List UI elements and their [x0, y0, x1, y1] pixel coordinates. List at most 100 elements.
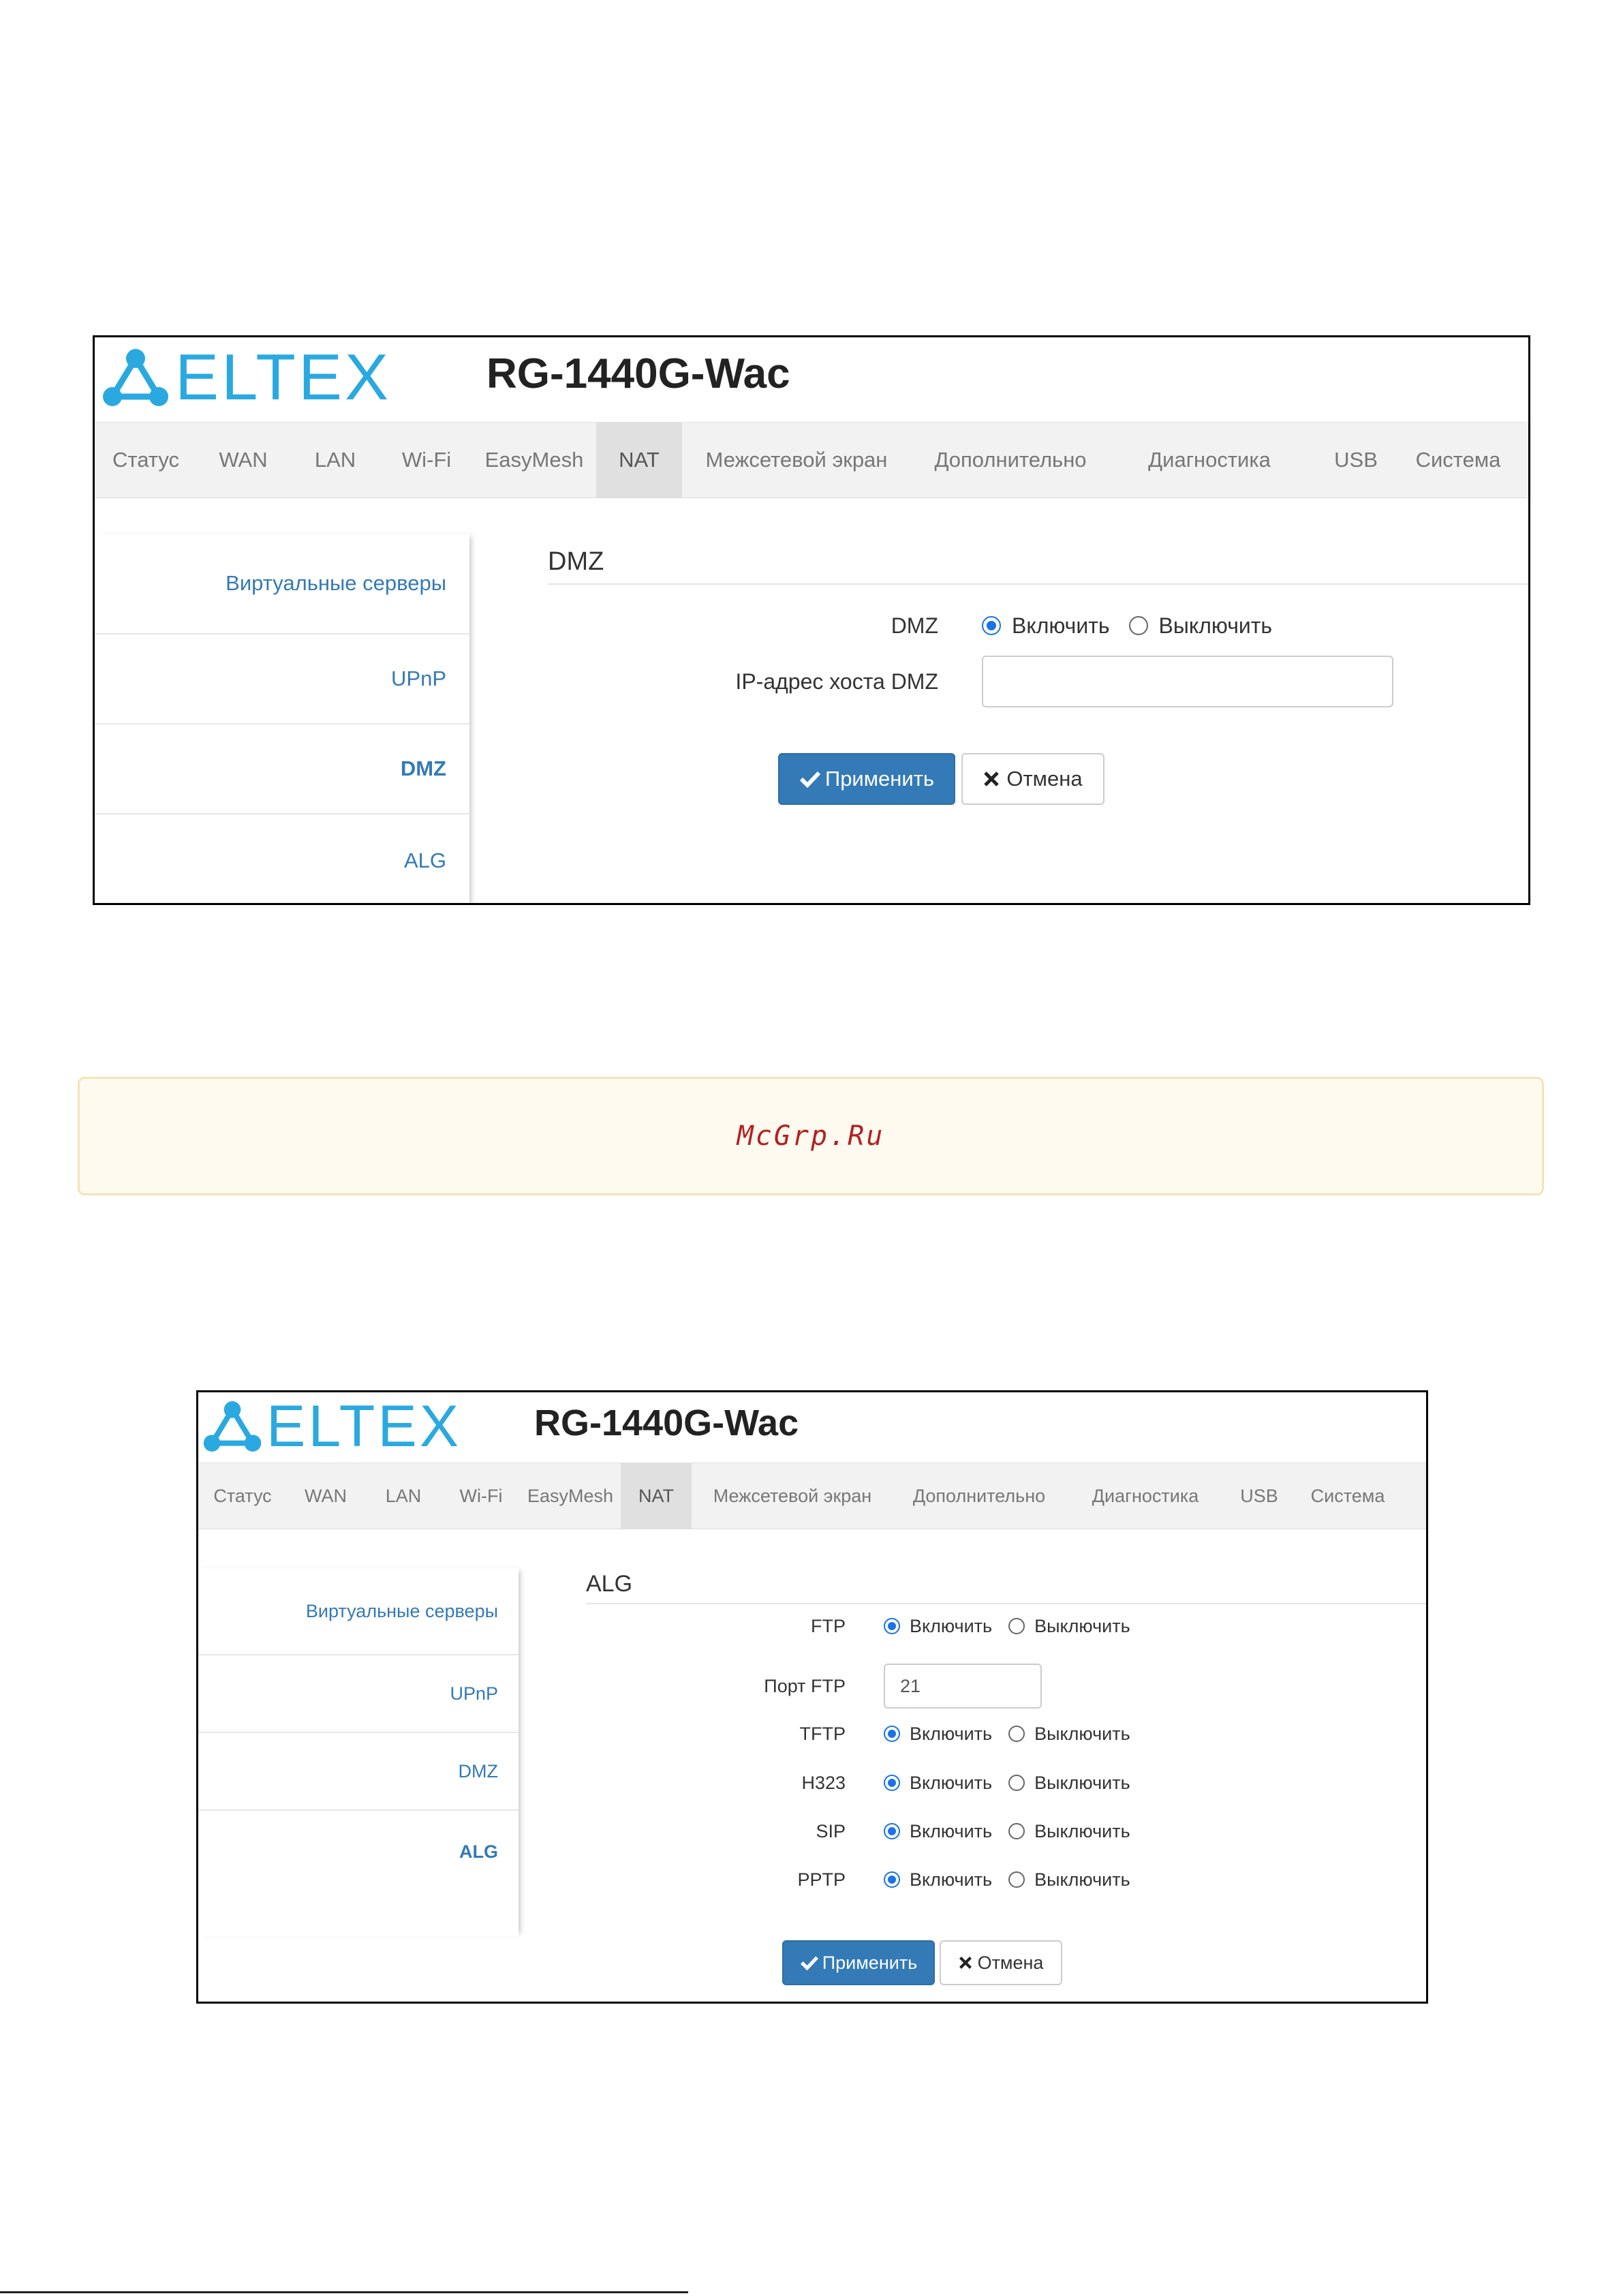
- ftp-port-label: Порт FTP: [764, 1675, 846, 1696]
- sidebar-item-dmz[interactable]: DMZ: [198, 1733, 519, 1811]
- cancel-button[interactable]: Отмена: [940, 1940, 1062, 1985]
- nav-tab-usb[interactable]: USB: [1309, 423, 1403, 498]
- main-nav: Статус WAN LAN Wi-Fi EasyMesh NAT Межсетевой э…: [95, 422, 1528, 498]
- logo: ELTEX: [202, 1396, 461, 1456]
- sidebar-item-dmz[interactable]: DMZ: [95, 724, 469, 814]
- nav-tab-easymesh[interactable]: EasyMesh: [520, 1463, 621, 1529]
- dmz-disable-radio[interactable]: [1128, 616, 1148, 635]
- dmz-row: DMZ Включить Выключить: [544, 609, 1272, 643]
- h323-disable-label[interactable]: Выключить: [1034, 1773, 1130, 1794]
- nav-tab-lan[interactable]: LAN: [290, 423, 381, 498]
- sidebar: Виртуальные серверы UPnP DMZ ALG: [95, 534, 469, 903]
- check-icon: [799, 771, 821, 789]
- page-title: DMZ: [548, 547, 1528, 585]
- nav-tab-easymesh[interactable]: EasyMesh: [472, 423, 596, 498]
- ftp-disable-radio[interactable]: [1008, 1618, 1025, 1634]
- apply-button-label: Применить: [822, 1952, 918, 1973]
- apply-button[interactable]: Применить: [778, 753, 955, 805]
- pptp-enable-label[interactable]: Включить: [910, 1869, 992, 1891]
- tftp-label: TFTP: [799, 1723, 846, 1744]
- sip-enable-label[interactable]: Включить: [910, 1821, 992, 1842]
- h323-disable-radio[interactable]: [1008, 1775, 1025, 1791]
- apply-button[interactable]: Применить: [782, 1940, 935, 1985]
- dmz-host-row: IP-адрес хоста DMZ: [544, 654, 1393, 709]
- page-footer-rule: [0, 2291, 688, 2293]
- ftp-port-row: Порт FTP 21: [580, 1663, 1042, 1709]
- sidebar-item-virtual-servers[interactable]: Виртуальные серверы: [198, 1568, 519, 1655]
- ftp-enable-label[interactable]: Включить: [910, 1616, 992, 1637]
- pptp-enable-radio[interactable]: [884, 1871, 900, 1888]
- main-nav: Статус WAN LAN Wi-Fi EasyMesh NAT Межсетевой э…: [198, 1463, 1426, 1529]
- ftp-row: FTP Включить Выключить: [580, 1610, 1130, 1642]
- cancel-button-label: Отмена: [977, 1952, 1044, 1973]
- dmz-enable-label[interactable]: Включить: [1012, 613, 1110, 639]
- logo-text: ELTEX: [266, 1394, 462, 1459]
- ftp-enable-radio[interactable]: [884, 1618, 900, 1634]
- ftp-label: FTP: [811, 1615, 846, 1636]
- cancel-button[interactable]: Отмена: [961, 753, 1104, 805]
- nav-tab-usb[interactable]: USB: [1226, 1463, 1293, 1529]
- nav-tab-lan[interactable]: LAN: [365, 1463, 442, 1529]
- nav-tab-межсетевой-экран[interactable]: Межсетевой экран: [682, 423, 911, 498]
- nav-tab-nat[interactable]: NAT: [596, 423, 682, 498]
- dmz-enable-radio[interactable]: [982, 616, 1001, 635]
- page-title: ALG: [586, 1571, 1426, 1604]
- sidebar-item-virtual-servers[interactable]: Виртуальные серверы: [95, 534, 469, 634]
- h323-enable-label[interactable]: Включить: [910, 1773, 992, 1794]
- tftp-enable-radio[interactable]: [884, 1726, 900, 1742]
- h323-enable-radio[interactable]: [884, 1775, 900, 1791]
- dmz-host-label: IP-адрес хоста DMZ: [735, 669, 938, 694]
- nav-tab-система[interactable]: Система: [1403, 423, 1513, 498]
- nav-tab-система[interactable]: Система: [1293, 1463, 1403, 1529]
- tftp-enable-label[interactable]: Включить: [910, 1724, 992, 1745]
- logo: ELTEX: [102, 341, 391, 414]
- sip-label: SIP: [816, 1820, 846, 1841]
- tftp-disable-label[interactable]: Выключить: [1034, 1724, 1130, 1745]
- dmz-label: DMZ: [891, 613, 938, 638]
- pptp-disable-label[interactable]: Выключить: [1034, 1869, 1130, 1891]
- dmz-host-input[interactable]: [982, 656, 1393, 707]
- sip-disable-label[interactable]: Выключить: [1034, 1821, 1130, 1842]
- nav-tab-межсетевой-экран[interactable]: Межсетевой экран: [692, 1463, 893, 1529]
- pptp-disable-radio[interactable]: [1008, 1871, 1025, 1888]
- eltex-logo-icon: [203, 1401, 262, 1452]
- nav-tab-дополнительно[interactable]: Дополнительно: [893, 1463, 1065, 1529]
- screenshot-dmz: ELTEX RG-1440G-Wac Статус WAN LAN Wi-Fi Easy…: [93, 335, 1530, 905]
- nav-tab-wi-fi[interactable]: Wi-Fi: [442, 1463, 520, 1529]
- pptp-label: PPTP: [797, 1869, 846, 1890]
- device-model: RG-1440G-Wac: [486, 350, 790, 397]
- tftp-row: TFTP Включить Выключить: [580, 1718, 1130, 1749]
- check-icon: [800, 1956, 818, 1971]
- nav-tab-статус[interactable]: Статус: [95, 423, 197, 498]
- sidebar-item-upnp[interactable]: UPnP: [95, 634, 469, 724]
- sidebar-item-alg[interactable]: ALG: [198, 1811, 519, 1893]
- watermark-banner: McGrp.Ru: [78, 1077, 1544, 1195]
- close-icon: [984, 771, 1000, 786]
- nav-tab-wan[interactable]: WAN: [197, 423, 290, 498]
- nav-tab-nat[interactable]: NAT: [621, 1463, 692, 1529]
- tftp-disable-radio[interactable]: [1008, 1726, 1025, 1742]
- screenshot-alg: ELTEX RG-1440G-Wac Статус WAN LAN Wi-Fi Easy…: [196, 1390, 1428, 2004]
- watermark-text: McGrp.Ru: [737, 1120, 885, 1152]
- pptp-row: PPTP Включить Выключить: [580, 1864, 1130, 1895]
- ftp-disable-label[interactable]: Выключить: [1034, 1616, 1130, 1637]
- nav-tab-диагностика[interactable]: Диагностика: [1110, 423, 1309, 498]
- nav-tab-дополнительно[interactable]: Дополнительно: [911, 423, 1110, 498]
- device-model: RG-1440G-Wac: [534, 1403, 799, 1443]
- dmz-disable-label[interactable]: Выключить: [1159, 613, 1273, 639]
- nav-tab-статус[interactable]: Статус: [198, 1463, 287, 1529]
- ftp-port-input[interactable]: 21: [884, 1664, 1042, 1709]
- sidebar-item-alg[interactable]: ALG: [95, 814, 469, 903]
- eltex-logo-icon: [103, 349, 168, 406]
- nav-tab-wan[interactable]: WAN: [287, 1463, 365, 1529]
- close-icon: [959, 1957, 972, 1969]
- sip-disable-radio[interactable]: [1008, 1823, 1025, 1839]
- apply-button-label: Применить: [824, 767, 935, 791]
- logo-text: ELTEX: [175, 341, 391, 414]
- nav-tab-диагностика[interactable]: Диагностика: [1065, 1463, 1226, 1529]
- nav-tab-wi-fi[interactable]: Wi-Fi: [381, 423, 472, 498]
- cancel-button-label: Отмена: [1006, 767, 1083, 791]
- sidebar-item-upnp[interactable]: UPnP: [198, 1655, 519, 1733]
- sip-enable-radio[interactable]: [884, 1823, 900, 1839]
- h323-row: H323 Включить Выключить: [580, 1767, 1130, 1798]
